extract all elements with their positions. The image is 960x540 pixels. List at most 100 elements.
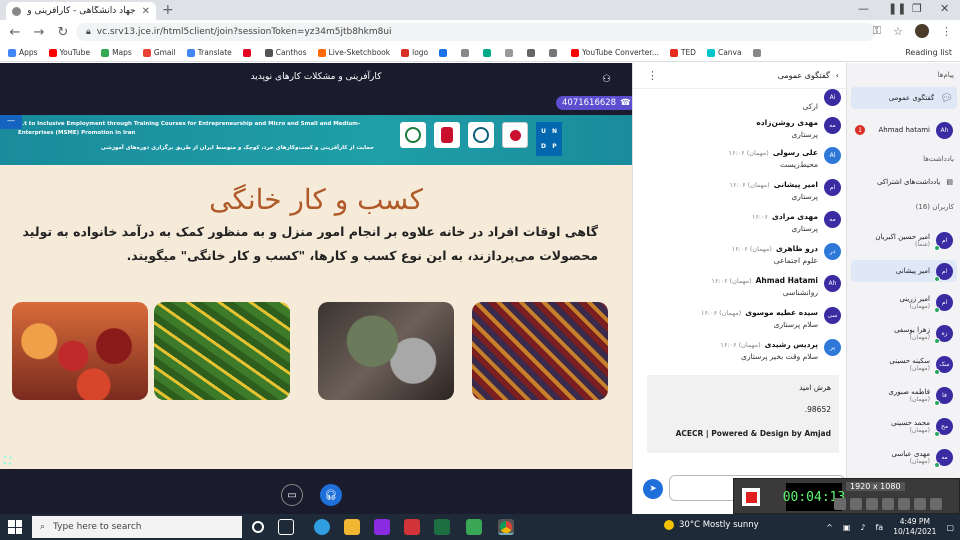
public-chat-item[interactable]: 💬︎ گفتگوی عمومی (851, 87, 957, 109)
kebab-menu-icon[interactable]: ⋮ (941, 25, 952, 38)
bookmark-item[interactable]: logo (401, 48, 428, 57)
browser-tab[interactable]: جهاد دانشگاهی - کارآفرینی و م... ✕ (6, 2, 156, 20)
bookmark-favicon-icon (48, 48, 57, 57)
pause-icon[interactable] (834, 498, 846, 510)
new-tab-button[interactable]: + (162, 2, 174, 18)
bookmark-item[interactable] (752, 48, 764, 57)
star-icon[interactable]: ☆ (893, 25, 903, 38)
url-field[interactable]: 🔒︎ vc.srv13.jce.ir/html5client/join?sess… (76, 23, 876, 41)
user-list-item[interactable]: سک سکینه حسینی (مهمان) (851, 353, 957, 375)
bookmark-item[interactable]: YouTube Converter... (571, 48, 659, 57)
participants-icon[interactable]: ⚇ (602, 74, 611, 85)
taskbar-search[interactable]: ⌕ Type here to search (32, 516, 242, 538)
user-list-item[interactable]: مح محمد حسینی (مهمان) (851, 415, 957, 437)
bookmark-favicon-icon (401, 48, 410, 57)
close-window-icon[interactable]: ✕ (940, 2, 949, 15)
profile-avatar[interactable] (915, 24, 929, 38)
stop-recording-button[interactable] (742, 488, 760, 506)
user-role: (مهمان) (909, 364, 930, 372)
volume-icon[interactable]: ♪ (860, 523, 865, 532)
user-name: محمد حسینی (891, 418, 930, 427)
tab-close-icon[interactable]: ✕ (142, 6, 150, 17)
recording-resolution[interactable]: 1920 x 1080 (846, 482, 905, 491)
bookmark-item[interactable] (483, 48, 494, 57)
bookmark-item[interactable]: Live-Sketchbook (317, 48, 390, 57)
online-status-icon (934, 368, 940, 375)
shared-notes-item[interactable]: ▤ یادداشت‌های اشتراکی (851, 171, 957, 193)
bookmark-item[interactable] (549, 48, 560, 57)
file-explorer-icon[interactable] (344, 519, 360, 535)
key-icon[interactable]: ⚿ (873, 24, 881, 38)
chat-messages: Ai ارکی مه مهدی روشن‌زاده پرستاری Al علی رسولی… (633, 89, 847, 371)
slide-collapse-button[interactable]: — (0, 115, 22, 129)
bookmark-item[interactable] (439, 48, 450, 57)
online-status-icon (934, 430, 940, 437)
chevron-up-icon[interactable]: ^ (826, 523, 833, 532)
chat-options-icon[interactable]: ⋮ (647, 69, 658, 82)
bookmark-item[interactable] (242, 48, 254, 57)
pen-icon[interactable] (898, 498, 910, 510)
user-list-item[interactable]: ام امیر حسین اکبریان (شما) (851, 229, 957, 251)
mic-icon[interactable] (850, 498, 862, 510)
user-list-item[interactable]: مه مهدی عباسی (مهمان) (851, 446, 957, 468)
url-text: vc.srv13.jce.ir/html5client/join?session… (96, 27, 392, 37)
chat-title: گفتگوی عمومی (777, 71, 830, 80)
app-icon[interactable] (466, 519, 482, 535)
edge-icon[interactable] (314, 519, 330, 535)
send-message-button[interactable]: ➤ (643, 479, 663, 499)
task-view-icon[interactable] (278, 519, 294, 535)
notifications-icon[interactable]: ▢ (946, 523, 954, 532)
excel-icon[interactable] (434, 519, 450, 535)
chat-message: سی سیده عطیه موسوی(مهمان) ۱۶:۰۶ سلام پرستا… (641, 307, 841, 330)
bookmark-favicon-icon (242, 48, 251, 57)
folder-icon[interactable] (914, 498, 926, 510)
user-role: (مهمان) (909, 333, 930, 341)
bookmark-item[interactable]: Gmail (142, 48, 176, 57)
chevron-right-icon[interactable]: › (836, 71, 839, 80)
audio-headset-button[interactable]: 🎧︎ (320, 484, 342, 506)
settings-icon[interactable] (930, 498, 942, 510)
media-pause-icon[interactable]: ❚❚ (888, 2, 906, 15)
bookmark-item[interactable]: Canthos (264, 48, 307, 57)
chat-message: در درو ظاهری(مهمان) ۱۶:۰۶ علوم اجتماعی (641, 243, 841, 266)
reload-icon[interactable]: ↻ (56, 25, 70, 40)
bookmark-item[interactable]: YouTube (48, 48, 90, 57)
bookmark-item[interactable] (527, 48, 538, 57)
maximize-icon[interactable]: ❐ (912, 2, 922, 15)
back-icon[interactable]: ← (8, 25, 22, 40)
ministry-logo-icon (400, 122, 426, 148)
bookmark-item[interactable] (461, 48, 472, 57)
fullscreen-icon[interactable]: ⛶ (4, 456, 11, 467)
private-chat-item[interactable]: Ah Ahmad hatami 1 (851, 119, 957, 141)
bookmark-item[interactable] (505, 48, 516, 57)
cortana-icon[interactable] (252, 521, 264, 533)
user-list-item[interactable]: ام امیر زرینی (مهمان) (851, 291, 957, 313)
speaker-icon[interactable] (866, 498, 878, 510)
avatar: Ai (824, 89, 841, 106)
bookmark-item[interactable]: Canva (706, 48, 742, 57)
office-icon[interactable] (404, 519, 420, 535)
users-panel: پیام‌ها 💬︎ گفتگوی عمومی Ah Ahmad hatami … (846, 63, 960, 514)
bookmark-item[interactable]: Maps (101, 48, 132, 57)
network-icon[interactable]: ▣ (843, 523, 851, 532)
forward-icon[interactable]: → (32, 25, 46, 40)
chat-message: مه مهدی مرادی۱۶:۰۶ پرستاری (641, 211, 841, 234)
weather-widget[interactable]: 30°C Mostly sunny (664, 520, 759, 530)
chrome-icon[interactable] (498, 519, 514, 535)
user-list-item[interactable]: ام امیر پیشانی (851, 260, 957, 282)
bookmark-item[interactable]: Translate (186, 48, 232, 57)
message-sender: امیر پیشانی (773, 180, 818, 189)
reading-list-button[interactable]: Reading list (905, 48, 952, 57)
language-icon[interactable]: fa (875, 523, 883, 532)
user-list-item[interactable]: زه زهرا یوسفی (مهمان) (851, 322, 957, 344)
minimize-icon[interactable]: — (858, 2, 869, 15)
cursor-icon[interactable] (882, 498, 894, 510)
bookmark-item[interactable]: TED (669, 48, 696, 57)
media-app-icon[interactable] (374, 519, 390, 535)
screen-share-button[interactable]: ▭ (281, 484, 303, 506)
user-list-item[interactable]: فا فاطمه صبوری (مهمان) (851, 384, 957, 406)
clock[interactable]: 4:49 PM 10/14/2021 (893, 517, 936, 537)
windows-start-icon[interactable] (8, 520, 22, 534)
bookmark-item[interactable]: Apps (8, 48, 38, 57)
banner-english-text: ...t to Inclusive Employment through Tra… (18, 121, 361, 136)
